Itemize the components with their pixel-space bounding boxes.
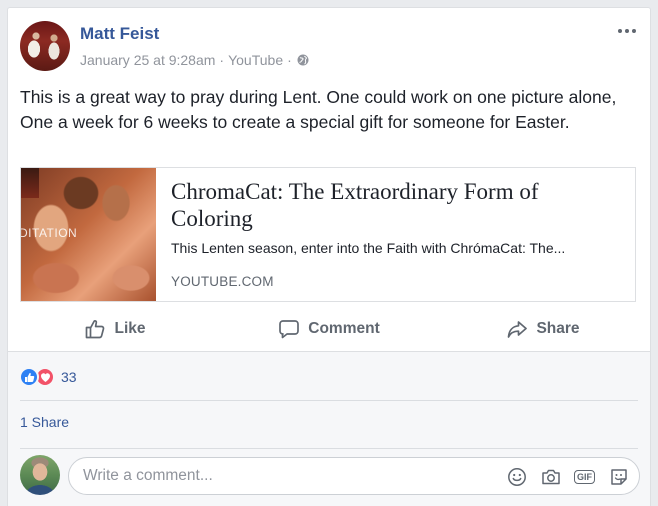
commenter-avatar[interactable] [20, 455, 60, 495]
post-source[interactable]: YouTube [228, 52, 283, 68]
author-name[interactable]: Matt Feist [80, 24, 159, 44]
link-domain: YOUTUBE.COM [171, 274, 274, 289]
post-timestamp[interactable]: January 25 at 9:28am [80, 52, 215, 68]
sticker-icon[interactable] [608, 466, 629, 487]
comment-button[interactable]: Comment [222, 308, 436, 350]
thumbnail-text: DITATION [21, 226, 78, 240]
post-text: This is a great way to pray during Lent.… [20, 87, 617, 132]
comment-icon [279, 320, 300, 339]
share-arrow-icon [508, 321, 528, 338]
link-body[interactable]: ChromaCat: The Extraordinary Form of Col… [156, 168, 635, 301]
link-thumbnail[interactable]: DITATION [21, 168, 156, 301]
thumbs-up-icon [86, 320, 105, 339]
divider [20, 400, 638, 401]
post-card: Matt Feist January 25 at 9:28am · YouTub… [7, 7, 651, 506]
post-meta: January 25 at 9:28am · YouTube · [80, 52, 309, 68]
comment-tools: GIF [506, 466, 629, 487]
share-label: Share [536, 320, 580, 337]
action-bar: Like Comment Share [8, 308, 650, 350]
comment-input[interactable] [83, 467, 483, 485]
gif-label: GIF [574, 469, 595, 484]
like-label: Like [114, 320, 146, 337]
divider [20, 448, 638, 449]
comment-label: Comment [308, 320, 380, 337]
link-description: This Lenten season, enter into the Faith… [171, 240, 566, 256]
emoji-icon[interactable] [506, 466, 527, 487]
camera-icon[interactable] [540, 466, 561, 487]
meta-separator: · [219, 52, 225, 68]
like-button[interactable]: Like [8, 308, 222, 350]
thumbnail-decoration [21, 168, 39, 198]
gif-icon[interactable]: GIF [574, 466, 595, 487]
reactions-summary[interactable]: 33 [19, 367, 77, 387]
share-count[interactable]: 1 Share [20, 414, 69, 430]
share-button[interactable]: Share [436, 308, 650, 350]
reaction-count[interactable]: 33 [61, 369, 77, 385]
globe-icon[interactable] [297, 54, 309, 66]
more-options-icon[interactable] [618, 26, 638, 36]
feedback-section: 33 1 Share GIF [8, 351, 650, 506]
comment-box[interactable]: GIF [68, 457, 640, 495]
meta-separator: · [287, 52, 292, 68]
like-reaction-icon [19, 367, 39, 387]
link-preview[interactable]: DITATION ChromaCat: The Extraordinary Fo… [20, 167, 636, 302]
post-header: Matt Feist January 25 at 9:28am · YouTub… [8, 8, 650, 76]
link-title[interactable]: ChromaCat: The Extraordinary Form of Col… [171, 178, 621, 232]
author-avatar[interactable] [20, 21, 70, 71]
